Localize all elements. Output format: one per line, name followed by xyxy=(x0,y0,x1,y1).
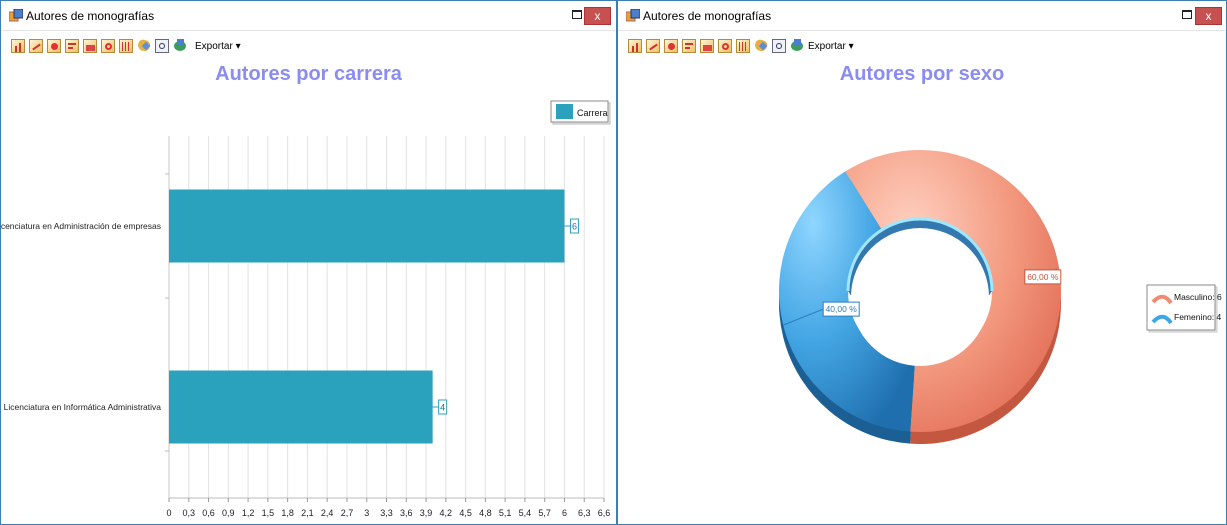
x-tick-label: 3,6 xyxy=(400,508,413,518)
x-tick-label: 0 xyxy=(166,508,171,518)
x-tick-label: 3 xyxy=(364,508,369,518)
x-tick-label: 4,5 xyxy=(459,508,472,518)
x-tick-label: 5,1 xyxy=(499,508,512,518)
doughnut-hole-face xyxy=(851,228,989,366)
x-tick-label: 2,1 xyxy=(301,508,314,518)
legend-label: Femenino: 4 xyxy=(1174,312,1222,322)
x-tick-label: 4,2 xyxy=(440,508,453,518)
slice-percent-label: 60,00 % xyxy=(1027,272,1059,282)
y-axis-categories: Licenciatura en Administración de empres… xyxy=(1,221,161,412)
category-label: Licenciatura en Administración de empres… xyxy=(1,221,161,231)
x-tick-label: 3,3 xyxy=(380,508,393,518)
x-tick-label: 6 xyxy=(562,508,567,518)
chart-legend: Masculino: 6 Femenino: 4 xyxy=(1146,284,1222,333)
slice-percent-label: 40,00 % xyxy=(826,304,858,314)
legend-label: Carrera xyxy=(577,108,608,118)
chart-legend: Carrera xyxy=(550,100,611,125)
data-label: 6 xyxy=(572,222,577,232)
x-tick-label: 6,3 xyxy=(578,508,591,518)
legend-swatch xyxy=(556,104,573,119)
doughnut-chart: 60,00 % 40,00 % Masculino: 6 Femenino: 4 xyxy=(779,149,1222,444)
x-tick-label: 0,3 xyxy=(183,508,196,518)
x-axis-ticks: 0 0,3 0,6 0,9 1,2 1,5 1,8 2,1 2,4 2,7 3 3,3 3,6 3,9 4,… xyxy=(166,498,610,518)
bar-chart: 64 0 0,3 0,6 0,9 1,2 1,5 1,8 2,1 2,4 2,7 3 3,3 3,6 3,… xyxy=(1,100,611,518)
x-tick-label: 1,8 xyxy=(281,508,294,518)
legend-label: Masculino: 6 xyxy=(1174,292,1222,302)
x-tick-label: 3,9 xyxy=(420,508,433,518)
bar xyxy=(169,370,433,444)
x-tick-label: 0,6 xyxy=(202,508,215,518)
x-tick-label: 5,7 xyxy=(538,508,551,518)
x-tick-label: 6,6 xyxy=(598,508,611,518)
x-tick-label: 5,4 xyxy=(519,508,532,518)
bar xyxy=(169,189,565,263)
window-authors-by-sex: Autores de monografías x Exportar ▾ Auto… xyxy=(617,0,1227,525)
x-tick-label: 1,2 xyxy=(242,508,255,518)
x-tick-label: 0,9 xyxy=(222,508,235,518)
x-tick-label: 2,4 xyxy=(321,508,334,518)
chart-bars: 64 xyxy=(169,189,579,444)
data-label: 4 xyxy=(440,403,445,413)
x-tick-label: 1,5 xyxy=(262,508,275,518)
doughnut-inner-wall xyxy=(846,217,994,366)
category-label: Licenciatura en Informática Administrati… xyxy=(4,402,162,412)
x-tick-label: 2,7 xyxy=(341,508,354,518)
x-tick-label: 4,8 xyxy=(479,508,492,518)
window-authors-by-career: Autores de monografías x Exportar ▾ Auto… xyxy=(0,0,617,525)
